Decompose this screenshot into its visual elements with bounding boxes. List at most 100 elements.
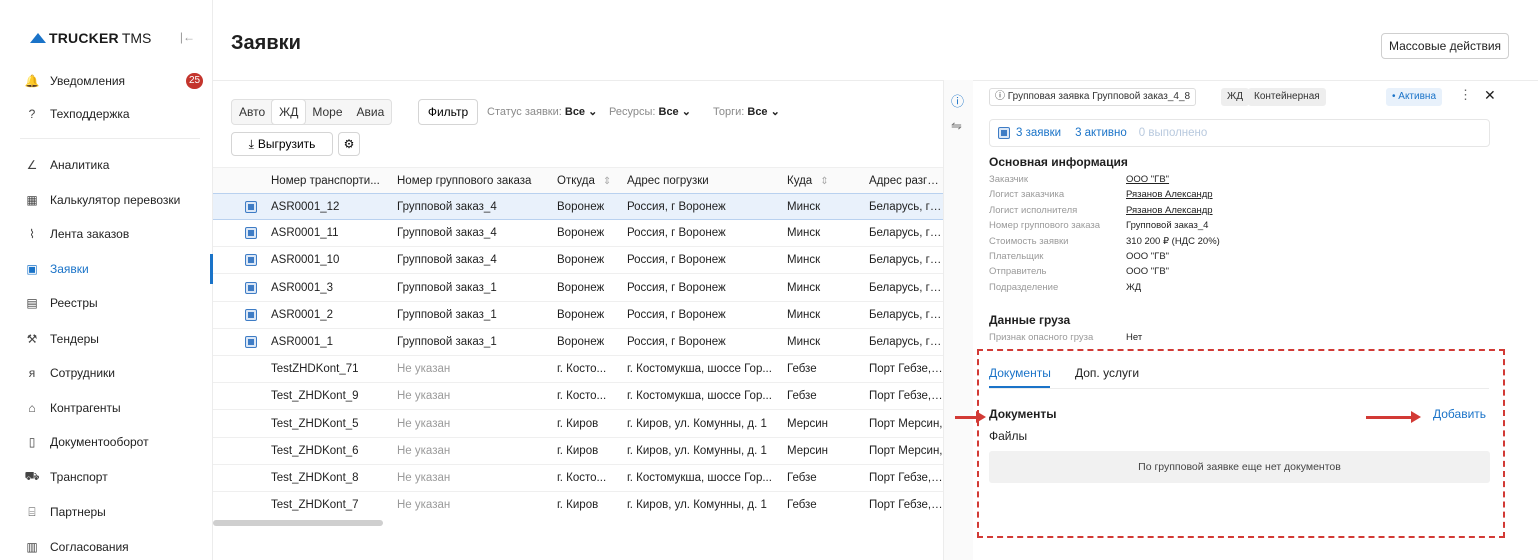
more-options-icon[interactable]: ⋮: [1459, 87, 1472, 103]
column-header-label: Куда: [787, 175, 813, 187]
sidebar-item-label: Заявки: [50, 262, 89, 276]
sidebar-item-9[interactable]: ⌂ Контрагенты: [24, 397, 209, 419]
sidebar-item-5[interactable]: ▣ Заявки: [24, 258, 209, 280]
table-cell: Гебзе: [787, 363, 817, 376]
table-row[interactable]: Test_ZHDKont_6 Не указан г. Киров г. Киров,…: [213, 438, 943, 465]
main-info-value: Групповой заказ_4: [1126, 220, 1209, 232]
sidebar-item-1[interactable]: ? Техподдержка: [24, 103, 209, 125]
add-document-link[interactable]: Добавить: [1433, 407, 1486, 421]
table-row[interactable]: TestZHDKont_71 Не указан г. Косто... г. Кос…: [213, 356, 943, 384]
transport-mode-switch: Авто ЖД Море Авиа: [231, 99, 393, 125]
column-header[interactable]: Номер группового заказа: [397, 168, 547, 194]
info-icon[interactable]: ⓘ: [951, 91, 964, 110]
chart-icon: ∠: [26, 158, 38, 172]
table-cell: Порт Мерсин,: [869, 444, 943, 457]
resources-filter-dropdown[interactable]: Ресурсы: Все ⌄: [609, 105, 691, 118]
sort-icon[interactable]: ⇕: [603, 176, 611, 187]
column-header[interactable]: Куда ⇕: [787, 168, 862, 194]
table-cell: г. Киров: [557, 417, 599, 430]
close-icon[interactable]: ✕: [1484, 87, 1496, 104]
logo-text-suffix: TMS: [121, 30, 152, 46]
main-info-key: Логист заказчика: [989, 189, 1065, 201]
sidebar-item-8[interactable]: ᴙ Сотрудники: [24, 362, 209, 384]
sidebar-item-2[interactable]: ∠ Аналитика: [24, 154, 209, 176]
table-cell: Минск: [787, 227, 821, 240]
column-header[interactable]: Адрес погрузки: [627, 168, 777, 194]
sidebar-item-0[interactable]: 🔔 Уведомления 25: [24, 70, 209, 92]
main-info-value[interactable]: Рязанов Александр: [1126, 205, 1213, 216]
auctions-filter-dropdown[interactable]: Торги: Все ⌄: [713, 105, 780, 118]
main-info-value[interactable]: Рязанов Александр: [1126, 189, 1213, 200]
sidebar-item-3[interactable]: ▦ Калькулятор перевозки: [24, 189, 209, 211]
table-cell: Test_ZHDKont_8: [271, 472, 359, 484]
table-cell: Гебзе: [787, 390, 817, 403]
sidebar-item-13[interactable]: ▥ Согласования: [24, 536, 209, 558]
active-count-link[interactable]: 3 активно: [1075, 127, 1127, 139]
column-header[interactable]: Откуда ⇕: [557, 168, 619, 194]
notification-count-badge: 25: [186, 73, 204, 89]
table-row[interactable]: Test_ZHDKont_8 Не указан г. Косто... г. Кос…: [213, 465, 943, 492]
table-row[interactable]: ASR0001_10 Групповой заказ_4 Воронеж Россия…: [213, 247, 943, 275]
table-cell: Порт Гебзе, Ту: [869, 472, 943, 484]
table-row[interactable]: ASR0001_1 Групповой заказ_1 Воронеж Россия,…: [213, 329, 943, 356]
sidebar-item-label: Контрагенты: [50, 401, 121, 415]
status-filter-value: Все: [564, 106, 586, 118]
main-info-value[interactable]: ООО "ГВ": [1126, 174, 1169, 185]
table-cell: Групповой заказ_1: [397, 281, 497, 294]
sidebar-item-7[interactable]: ⚒ Тендеры: [24, 328, 209, 350]
chevron-down-icon: ⌄: [585, 106, 598, 118]
sidebar-item-6[interactable]: ▤ Реестры: [24, 292, 209, 314]
table-settings-button[interactable]: ⚙: [338, 132, 360, 156]
table-cell: Не указан: [397, 472, 451, 484]
sort-icon[interactable]: ⇕: [820, 176, 828, 187]
table-row[interactable]: Test_ZHDKont_5 Не указан г. Киров г. Киров,…: [213, 411, 943, 438]
table-cell: Россия, г Воронеж: [627, 201, 726, 213]
table-row[interactable]: ASR0001_11 Групповой заказ_4 Воронеж Россия…: [213, 220, 943, 248]
table-cell: Гебзе: [787, 499, 817, 512]
sidebar-item-12[interactable]: ⌸ Партнеры: [24, 501, 209, 523]
main-info-value: 310 200 ₽ (НДС 20%): [1126, 235, 1220, 247]
requests-count-link[interactable]: 3 заявки: [1016, 127, 1061, 139]
column-header[interactable]: Адрес разгруз: [869, 168, 943, 194]
auctions-filter-value: Все: [747, 106, 768, 118]
status-filter-dropdown[interactable]: Статус заявки: Все ⌄: [487, 105, 597, 118]
sidebar-item-4[interactable]: ⌇ Лента заказов: [24, 223, 209, 245]
collapse-sidebar-icon[interactable]: |←: [180, 30, 195, 44]
filter-button[interactable]: Фильтр: [418, 99, 478, 125]
table-cell: Россия, г Воронеж: [627, 281, 726, 294]
feed-icon: ⌇: [29, 227, 35, 241]
table-row[interactable]: Test_ZHDKont_9 Не указан г. Косто... г. Кос…: [213, 383, 943, 411]
mode-option-1[interactable]: ЖД: [272, 100, 306, 124]
cargo-info-value: Нет: [1126, 332, 1143, 343]
table-cell: TestZHDKont_71: [271, 363, 359, 376]
route-icon[interactable]: ⇋: [951, 118, 962, 134]
table-cell: Россия, г Воронеж: [627, 227, 726, 240]
mode-option-0[interactable]: Авто: [232, 100, 272, 124]
sidebar-item-10[interactable]: ▯ Документооборот: [24, 431, 209, 453]
table-row[interactable]: ASR0001_2 Групповой заказ_1 Воронеж Россия,…: [213, 302, 943, 329]
main-info-key: Заказчик: [989, 174, 1029, 185]
table-row[interactable]: ASR0001_3 Групповой заказ_1 Воронеж Россия,…: [213, 275, 943, 302]
tab-documents[interactable]: Документы: [989, 366, 1051, 380]
export-button[interactable]: ⤓ Выгрузить: [231, 132, 333, 156]
table-row[interactable]: ASR0001_12 Групповой заказ_4 Воронеж Россия…: [213, 193, 943, 220]
table-cell: ASR0001_11: [271, 227, 339, 240]
mass-actions-button[interactable]: Массовые действия: [1381, 33, 1509, 59]
mode-option-2[interactable]: Море: [305, 100, 349, 124]
sidebar-item-label: Уведомления: [50, 74, 126, 88]
column-header[interactable]: Номер транспорти...: [271, 168, 389, 194]
table-row[interactable]: Test_ZHDKont_7 Не указан г. Киров г. Киров,…: [213, 492, 943, 517]
column-header-label: Номер транспорти...: [271, 175, 380, 187]
app-logo[interactable]: TRUCKER TMS |←: [30, 30, 195, 46]
table-cell: Порт Гебзе, Ту: [869, 390, 943, 403]
mode-option-3[interactable]: Авиа: [350, 100, 392, 124]
horizontal-scrollbar[interactable]: [213, 520, 383, 526]
empty-documents-placeholder: По групповой заявке еще нет документов: [989, 451, 1490, 483]
active-tab-underline: [989, 386, 1050, 388]
panel-side-strip: [943, 80, 973, 560]
partner-icon: ⌸: [28, 504, 36, 519]
sidebar-item-11[interactable]: ⛟ Транспорт: [24, 466, 209, 488]
download-icon: ⤓: [248, 136, 254, 151]
table-cell: Групповой заказ_1: [397, 308, 497, 321]
tab-extra-services[interactable]: Доп. услуги: [1075, 366, 1139, 380]
